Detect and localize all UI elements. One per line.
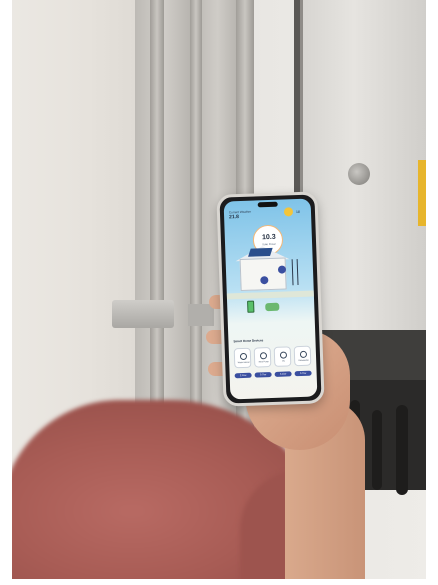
lawn [226,290,314,300]
section-title: Smart Home Devices [233,338,264,344]
temperature-reading: 21.8 [229,214,239,221]
conduit-pipe [190,0,202,440]
ev-car-icon[interactable] [265,302,280,312]
mounting-bracket [188,304,214,326]
dishwasher-icon [299,350,308,359]
cable [396,405,408,495]
water-heater-icon [239,352,248,361]
power-tower-icon [291,259,299,286]
power-value: 10.3 [261,233,276,242]
device-card-ev[interactable]: EV [273,346,292,367]
device-label: Heat Pump [258,361,269,364]
device-usage-badge: 0.7kw [294,370,312,377]
device-usage-badge: 2.1kw [234,372,252,379]
phone-screen: Current Weather 21.8 18 10.3 Solar Power… [223,198,318,400]
mounting-bracket [112,300,174,328]
device-label: Water Heater [237,361,250,365]
device-usage-badge: 0.7kw [254,372,272,378]
heat-pump-icon [259,352,268,360]
cable [372,410,382,490]
conduit-pipe [150,0,164,440]
image-border-left [0,0,12,585]
sun-icon [283,207,294,217]
inverter-knob [348,163,370,185]
house-icon [239,257,287,292]
device-card-dishwasher[interactable]: Dishwasher [293,345,312,367]
weather-temp: 18 [295,209,300,215]
ev-charger-icon [279,351,288,359]
image-border-bottom [0,579,438,585]
photo-scene: Current Weather 21.8 18 10.3 Solar Power… [0,0,438,585]
phone-notch [257,201,278,208]
solar-panel-icon [248,247,273,257]
image-border-right [426,0,438,585]
smartphone: Current Weather 21.8 18 10.3 Solar Power… [216,191,325,407]
device-usage-badge: 3.1kw [274,371,292,377]
device-label: EV [282,360,286,363]
device-card-heat-pump[interactable]: Heat Pump [253,347,272,368]
device-label: Dishwasher [298,359,309,363]
battery-icon[interactable] [247,300,255,313]
device-card-water-heater[interactable]: Water Heater [233,347,252,369]
